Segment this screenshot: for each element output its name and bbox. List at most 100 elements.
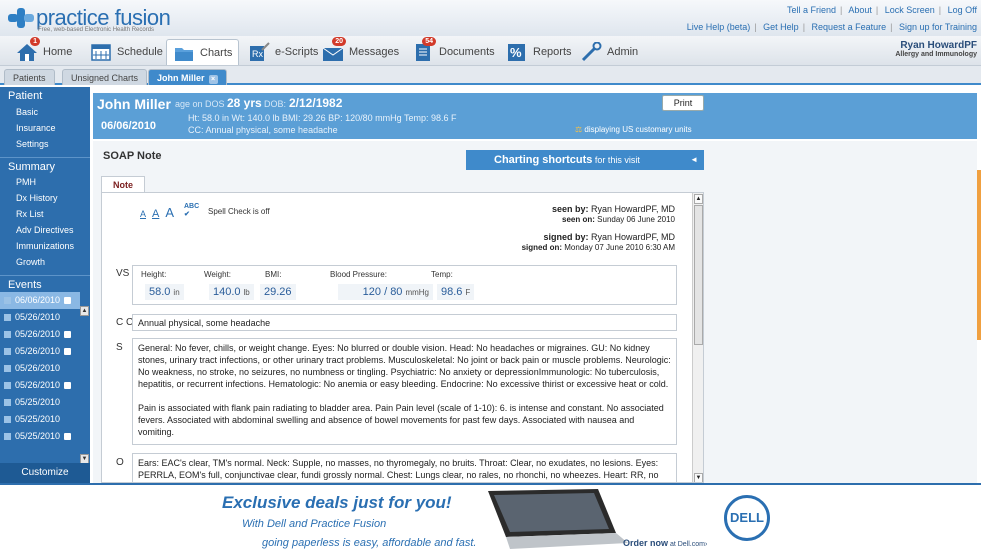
sidebar: Patient Basic Insurance Settings Summary… <box>0 87 90 483</box>
scroll-thumb[interactable] <box>694 205 703 345</box>
sidebar-item-immunizations[interactable]: Immunizations <box>0 238 90 254</box>
svg-text:%: % <box>510 45 522 60</box>
sidebar-item-rx-list[interactable]: Rx List <box>0 206 90 222</box>
tab-unsigned-charts[interactable]: Unsigned Charts <box>62 69 148 85</box>
nav-admin[interactable]: Admin <box>574 39 644 65</box>
sidebar-item-insurance[interactable]: Insurance <box>0 120 90 136</box>
chief-complaint-summary: CC: Annual physical, some headache <box>188 125 338 135</box>
get-help-link[interactable]: Get Help <box>763 22 799 32</box>
spell-check-toggle[interactable]: ABC ✔ Spell Check is off <box>184 203 270 219</box>
tab-john-miller-label: John Miller <box>157 73 205 83</box>
laptop-image <box>488 489 628 549</box>
nav-home-label: Home <box>43 46 73 58</box>
font-small-button[interactable]: A <box>140 209 146 219</box>
print-button[interactable]: Print <box>662 95 704 111</box>
event-item[interactable]: 05/26/2010 <box>0 377 80 394</box>
nav-home[interactable]: 1 Home <box>10 37 78 65</box>
font-large-button[interactable]: A <box>165 205 174 220</box>
percent-icon: % <box>506 42 528 62</box>
weight-label: Weight: <box>204 270 231 279</box>
live-help-link[interactable]: Live Help (beta) <box>687 22 751 32</box>
side-handle[interactable] <box>977 170 981 340</box>
font-medium-button[interactable]: A <box>152 208 159 220</box>
vital-signs-box[interactable]: Height: 58.0 in Weight: 140.0 lb BMI: 29.2… <box>132 265 677 305</box>
event-item[interactable]: 05/25/2010 <box>0 394 80 411</box>
height-label: Height: <box>141 270 167 279</box>
temp-value: 98.6 F <box>437 284 475 300</box>
dell-logo: DELL <box>724 495 770 541</box>
top-bar: practice fusion Free, web-based Electron… <box>0 0 981 36</box>
tell-a-friend-link[interactable]: Tell a Friend <box>787 5 836 15</box>
sidebar-item-dx-history[interactable]: Dx History <box>0 190 90 206</box>
soap-note-panel: SOAP Note Charting shortcuts for this vi… <box>93 141 977 483</box>
event-item[interactable]: 05/26/2010 <box>0 309 80 326</box>
visit-date: 06/06/2010 <box>101 120 157 132</box>
home-icon: 1 <box>16 37 40 62</box>
dell-ad-banner[interactable]: Exclusive deals just for you! With Dell … <box>0 483 981 553</box>
nav-admin-label: Admin <box>607 46 639 58</box>
close-icon[interactable]: × <box>208 75 218 84</box>
patient-dob: 2/12/1982 <box>289 96 343 110</box>
sidebar-item-growth[interactable]: Growth <box>0 254 90 270</box>
sidebar-head-summary: Summary <box>0 157 90 174</box>
main-nav: 1 Home Schedule Charts Rx e-Scripts 20 M… <box>0 36 981 66</box>
nav-schedule[interactable]: Schedule <box>84 39 169 65</box>
sidebar-head-patient: Patient <box>8 90 43 102</box>
nav-reports[interactable]: % Reports <box>500 39 578 65</box>
nav-escripts-label: e-Scripts <box>275 46 319 58</box>
units-notice[interactable]: ⚖ displaying US customary units <box>575 125 692 134</box>
event-item[interactable]: 06/06/2010 <box>0 292 80 309</box>
sidebar-item-basic[interactable]: Basic <box>0 104 90 120</box>
chart-tabs: Patients Unsigned Charts John Miller × <box>0 66 981 85</box>
customize-button[interactable]: Customize <box>0 463 90 483</box>
sidebar-item-adv-directives[interactable]: Adv Directives <box>0 222 90 238</box>
documents-badge: 54 <box>422 37 436 46</box>
dob-label: DOB: <box>264 99 287 109</box>
scroll-down-icon[interactable]: ▼ <box>694 473 703 482</box>
font-size-controls: AAA <box>140 205 180 220</box>
patient-age: 28 yrs <box>227 96 262 110</box>
order-now-link[interactable]: Order now at Dell.com› <box>623 538 707 548</box>
spell-check-icon: ABC ✔ <box>184 203 200 218</box>
subjective-field[interactable]: General: No fever, chills, or weight cha… <box>132 338 677 445</box>
height-value: 58.0 in <box>145 284 184 300</box>
messages-badge: 20 <box>332 37 346 46</box>
request-feature-link[interactable]: Request a Feature <box>812 22 887 32</box>
objective-field[interactable]: Ears: EAC's clear, TM's normal. Neck: Su… <box>132 453 677 482</box>
note-scrollbar[interactable]: ▲ ▼ <box>692 193 703 482</box>
nav-documents-label: Documents <box>439 46 495 58</box>
user-name[interactable]: Ryan HowardPF <box>895 40 977 51</box>
chief-complaint-field[interactable]: Annual physical, some headache <box>132 314 677 331</box>
sidebar-item-pmh[interactable]: PMH <box>0 174 90 190</box>
tab-john-miller[interactable]: John Miller × <box>148 69 227 85</box>
nav-escripts[interactable]: Rx e-Scripts <box>242 39 324 65</box>
log-off-link[interactable]: Log Off <box>948 5 977 15</box>
event-item[interactable]: 05/25/2010 <box>0 411 80 428</box>
scroll-up-icon[interactable]: ▲ <box>80 306 89 316</box>
scroll-up-icon[interactable]: ▲ <box>694 194 703 204</box>
signature-info: seen by: Ryan HowardPF, MD seen on: Sund… <box>521 204 675 252</box>
nav-charts[interactable]: Charts <box>166 39 240 65</box>
lock-screen-link[interactable]: Lock Screen <box>885 5 935 15</box>
training-signup-link[interactable]: Sign up for Training <box>899 22 977 32</box>
subjective-label: S <box>116 342 123 353</box>
lock-icon <box>64 382 72 389</box>
bmi-value: 29.26 <box>260 284 296 300</box>
patient-header: John Miller age on DOS 28 yrs DOB: 2/12/… <box>93 93 977 139</box>
charting-shortcuts-button[interactable]: Charting shortcuts for this visit ◄ <box>466 150 704 170</box>
sidebar-item-settings[interactable]: Settings <box>0 136 90 152</box>
ad-line-2: going paperless is easy, affordable and … <box>262 537 477 549</box>
event-item[interactable]: 05/25/2010 <box>0 428 80 445</box>
nav-documents[interactable]: 54 Documents <box>406 37 501 65</box>
tab-note[interactable]: Note <box>101 176 145 193</box>
practice-fusion-logo[interactable]: practice fusion Free, web-based Electron… <box>8 4 171 33</box>
event-item[interactable]: 05/26/2010 <box>0 343 80 360</box>
tab-patients[interactable]: Patients <box>4 69 55 85</box>
event-item[interactable]: 05/26/2010 <box>0 360 80 377</box>
nav-schedule-label: Schedule <box>117 46 163 58</box>
events-scrollbar[interactable]: ▲ ▼ <box>80 306 90 464</box>
nav-charts-label: Charts <box>200 46 233 59</box>
event-item[interactable]: 05/26/2010 <box>0 326 80 343</box>
nav-messages[interactable]: 20 Messages <box>316 37 405 65</box>
about-link[interactable]: About <box>848 5 872 15</box>
